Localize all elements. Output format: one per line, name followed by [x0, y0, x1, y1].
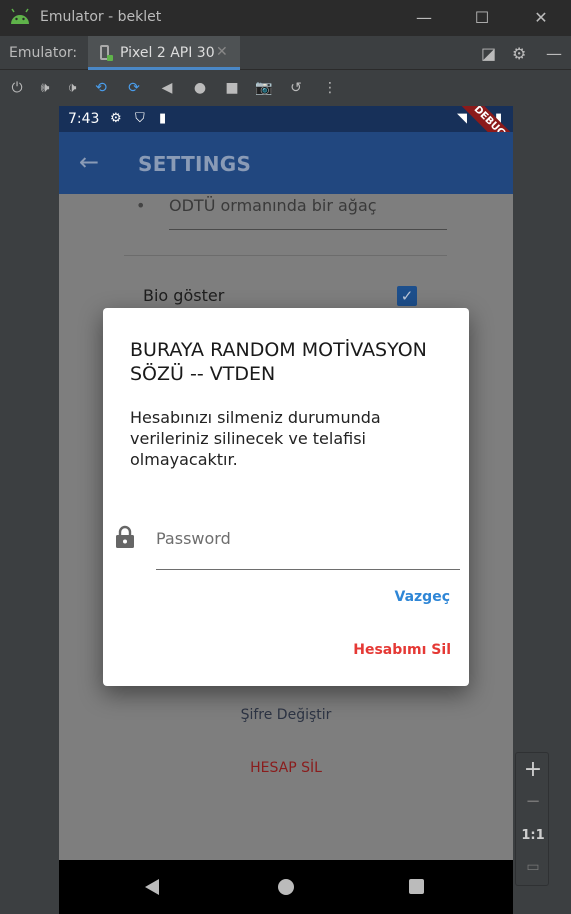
snapshot-icon[interactable]: ↺	[286, 78, 306, 98]
window-titlebar: Emulator - beklet — ☐ ✕	[0, 0, 571, 36]
sd-card-icon: ▮	[159, 111, 167, 126]
bio-checkbox[interactable]: ✓	[397, 286, 417, 306]
delete-account-button[interactable]: HESAP SİL	[59, 760, 513, 776]
window-mode-icon[interactable]: ◪	[481, 44, 496, 63]
divider	[124, 255, 447, 256]
rotate-left-icon[interactable]: ⟲	[91, 78, 111, 98]
emulator-toolbar: ⏻ 🕪 🕩 ⟲ ⟳ ◀ ● ■ 📷 ↺ ⋮	[0, 70, 571, 106]
volume-up-icon[interactable]: 🕪	[35, 78, 55, 98]
nav-home-icon[interactable]	[278, 879, 294, 895]
rotate-right-icon[interactable]: ⟳	[124, 78, 144, 98]
dialog-title: BURAYA RANDOM MOTİVASYON SÖZÜ -- VTDEN	[130, 339, 427, 385]
home-icon[interactable]: ●	[190, 78, 210, 98]
phone-icon	[100, 45, 113, 61]
wifi-icon: ◥	[457, 111, 467, 126]
overview-icon[interactable]: ■	[222, 78, 242, 98]
bio-label: Bio göster	[143, 286, 225, 305]
emulator-label: Emulator:	[9, 45, 78, 61]
nav-back-icon[interactable]	[145, 879, 159, 895]
power-icon[interactable]: ⏻	[7, 78, 27, 98]
maximize-icon[interactable]: ☐	[470, 6, 494, 30]
close-tab-icon[interactable]: ✕	[216, 44, 228, 60]
close-window-icon[interactable]: ✕	[529, 6, 553, 30]
fit-screen-icon[interactable]: ▭	[516, 859, 550, 875]
back-icon[interactable]: ◀	[157, 78, 177, 98]
android-icon	[11, 8, 29, 24]
cancel-button[interactable]: Vazgeç	[395, 589, 450, 605]
back-arrow-icon[interactable]: ←	[79, 148, 99, 176]
shield-icon: ⛉	[135, 111, 145, 126]
settings-gear-icon: ⚙	[110, 111, 122, 126]
emulator-tabbar: Emulator: Pixel 2 API 30 ✕ ◪ ⚙ —	[0, 36, 571, 70]
tab-pixel-device[interactable]: Pixel 2 API 30 ✕	[88, 36, 240, 70]
status-time: 7:43	[68, 111, 100, 127]
page-title: SETTINGS	[138, 152, 252, 176]
tab-label: Pixel 2 API 30	[120, 45, 215, 61]
delete-account-dialog: BURAYA RANDOM MOTİVASYON SÖZÜ -- VTDEN H…	[103, 308, 469, 686]
status-bar: 7:43 ⚙ ⛉ ▮ ◥ ▮ DEBUG	[59, 106, 513, 162]
zoom-in-button[interactable]: +	[516, 757, 550, 782]
dialog-message: Hesabınızı silmeniz durumunda verilerini…	[130, 408, 381, 469]
camera-icon[interactable]: 📷	[254, 78, 274, 98]
zoom-ratio-button[interactable]: 1:1	[516, 828, 550, 843]
password-input[interactable]	[156, 526, 456, 550]
change-password-button[interactable]: Şifre Değiştir	[59, 707, 513, 723]
volume-down-icon[interactable]: 🕩	[62, 78, 82, 98]
password-field[interactable]	[156, 518, 460, 570]
hide-icon[interactable]: —	[546, 44, 562, 63]
zoom-panel: + − 1:1 ▭	[515, 752, 549, 886]
minimize-icon[interactable]: —	[412, 6, 436, 30]
app-bar: ← SETTINGS	[59, 132, 513, 194]
gear-icon[interactable]: ⚙	[512, 44, 526, 63]
confirm-delete-button[interactable]: Hesabımı Sil	[353, 642, 451, 658]
lock-icon	[116, 525, 134, 548]
more-icon[interactable]: ⋮	[320, 78, 340, 98]
tree-text-field[interactable]: ODTÜ ormanında bir ağaç	[169, 194, 447, 230]
nav-recents-icon[interactable]	[409, 879, 424, 894]
android-nav-bar	[59, 860, 513, 914]
window-title: Emulator - beklet	[40, 9, 162, 25]
tree-icon: •	[136, 196, 146, 215]
zoom-out-button[interactable]: −	[516, 791, 550, 812]
